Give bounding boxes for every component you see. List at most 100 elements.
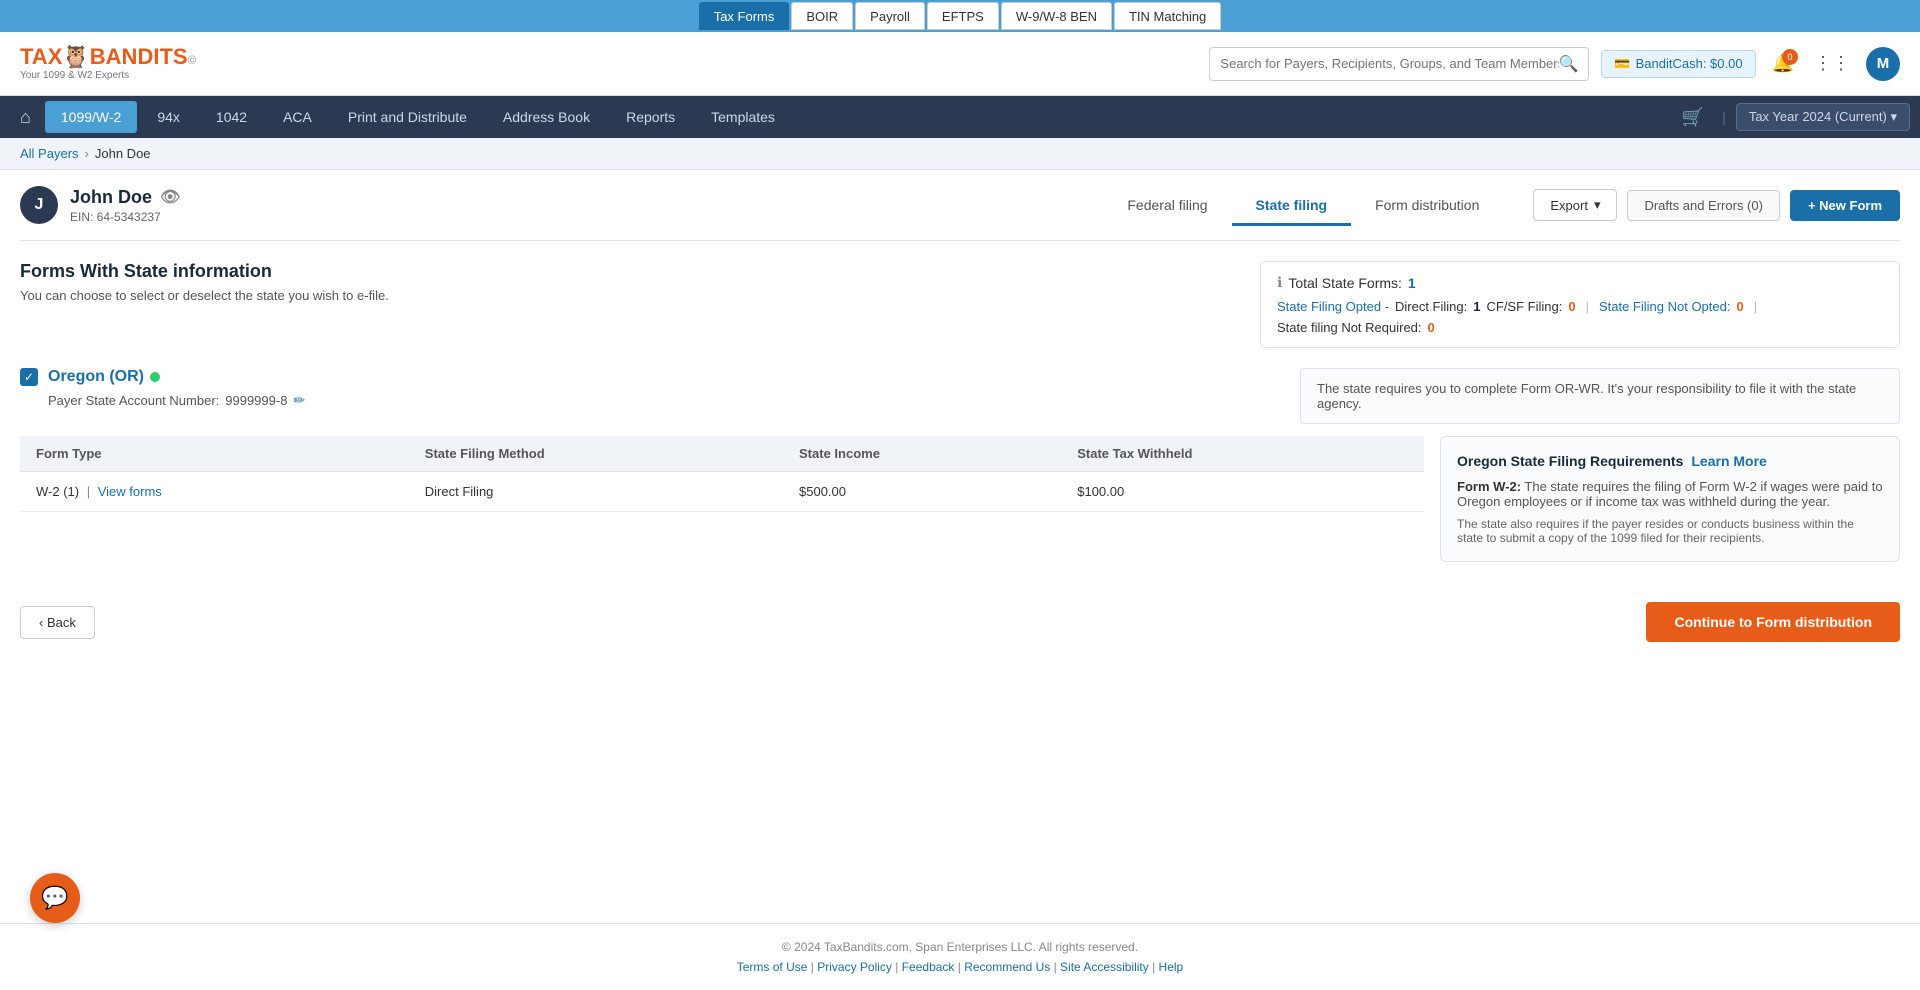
state-summary: ℹ Total State Forms: 1 State Filing Opte…	[1260, 261, 1900, 348]
req-form-label: Form W-2:	[1457, 479, 1521, 494]
logo-sub: Your 1099 & W2 Experts	[20, 70, 196, 81]
footer-terms[interactable]: Terms of Use	[737, 960, 808, 974]
req-description-text: The state requires the filing of Form W-…	[1457, 479, 1883, 509]
learn-more-link[interactable]: Learn More	[1691, 453, 1766, 469]
top-nav-boir[interactable]: BOIR	[791, 2, 853, 30]
oregon-checkbox[interactable]: ✓	[20, 368, 38, 386]
state-filing-not-opted-link[interactable]: State Filing Not Opted:	[1599, 299, 1731, 314]
table-requirements-layout: Form Type State Filing Method State Inco…	[20, 436, 1900, 562]
cell-state-tax: $100.00	[1061, 472, 1424, 512]
avatar[interactable]: M	[1866, 47, 1900, 81]
account-number-row: Payer State Account Number: 9999999-8 ✏	[48, 392, 305, 409]
payer-name: John Doe 👁	[70, 187, 180, 208]
payer-header: J John Doe 👁 EIN: 64-5343237 Federal fil…	[20, 186, 1900, 224]
tab-form-distribution[interactable]: Form distribution	[1351, 187, 1503, 226]
edit-icon[interactable]: ✏	[293, 392, 305, 409]
info-icon: ℹ	[1277, 274, 1282, 291]
main-body: Forms With State information You can cho…	[20, 241, 1900, 682]
header-right: 🔍 💳 BanditCash: $0.00 🔔 0 ⋮⋮ M	[1209, 47, 1900, 81]
form-type-text: W-2 (1)	[36, 484, 79, 499]
tab-state-filing[interactable]: State filing	[1232, 187, 1352, 226]
top-nav-bar: Tax Forms BOIR Payroll EFTPS W-9/W-8 BEN…	[0, 0, 1920, 32]
pipe2: |	[1754, 299, 1757, 314]
nav-94x[interactable]: 94x	[141, 101, 196, 133]
forms-table: Form Type State Filing Method State Inco…	[20, 436, 1424, 512]
col-state-income: State Income	[783, 436, 1061, 472]
logo[interactable]: TAX🦉BANDITS© Your 1099 & W2 Experts	[20, 46, 196, 81]
bandit-cash-icon: 💳	[1614, 56, 1630, 72]
oregon-note: The state requires you to complete Form …	[1300, 368, 1900, 424]
oregon-name: Oregon (OR)	[48, 368, 160, 386]
back-button[interactable]: ‹ Back	[20, 606, 95, 639]
nav-1099-w2[interactable]: 1099/W-2	[45, 101, 137, 133]
footer-feedback[interactable]: Feedback	[902, 960, 955, 974]
search-input[interactable]	[1220, 56, 1558, 71]
continue-button[interactable]: Continue to Form distribution	[1646, 602, 1900, 642]
breadcrumb: All Payers › John Doe	[0, 138, 1920, 170]
nav-divider: |	[1722, 109, 1726, 125]
pipe-sep: |	[87, 484, 94, 499]
export-label: Export	[1550, 198, 1588, 213]
chat-bubble-button[interactable]: 💬	[30, 873, 80, 923]
top-nav-tin-matching[interactable]: TIN Matching	[1114, 2, 1221, 30]
home-button[interactable]: ⌂	[10, 102, 41, 133]
payer-ein: EIN: 64-5343237	[70, 210, 180, 224]
footer-privacy[interactable]: Privacy Policy	[817, 960, 892, 974]
top-nav-eftps[interactable]: EFTPS	[927, 2, 999, 30]
requirements-box: Oregon State Filing Requirements Learn M…	[1440, 436, 1900, 562]
nav-address-book[interactable]: Address Book	[487, 101, 606, 133]
tax-year-selector[interactable]: Tax Year 2024 (Current) ▾	[1736, 103, 1910, 131]
not-required-count: 0	[1428, 320, 1435, 335]
footer-links: Terms of Use | Privacy Policy | Feedback…	[20, 960, 1900, 974]
state-summary-top: ℹ Total State Forms: 1	[1277, 274, 1883, 291]
account-number: 9999999-8	[225, 393, 287, 408]
top-nav-payroll[interactable]: Payroll	[855, 2, 925, 30]
nav-1042[interactable]: 1042	[200, 101, 263, 133]
account-label: Payer State Account Number:	[48, 393, 219, 408]
cart-icon[interactable]: 🛒	[1674, 102, 1712, 133]
notifications-button[interactable]: 🔔 0	[1768, 49, 1798, 78]
footer-help[interactable]: Help	[1159, 960, 1184, 974]
eye-icon[interactable]: 👁	[160, 187, 180, 207]
section-subtitle: You can choose to select or deselect the…	[20, 288, 1236, 303]
footer-recommend[interactable]: Recommend Us	[964, 960, 1050, 974]
export-button[interactable]: Export ▾	[1533, 189, 1617, 221]
payer-actions: Federal filing State filing Form distrib…	[1103, 187, 1900, 224]
top-nav-tax-forms[interactable]: Tax Forms	[699, 2, 790, 30]
drafts-errors-button[interactable]: Drafts and Errors (0)	[1627, 190, 1779, 221]
bottom-bar: ‹ Back Continue to Form distribution	[20, 582, 1900, 662]
oregon-title-row: ✓ Oregon (OR)	[20, 368, 160, 386]
col-state-tax-withheld: State Tax Withheld	[1061, 436, 1424, 472]
export-dropdown-arrow: ▾	[1594, 197, 1601, 213]
requirements-col: Oregon State Filing Requirements Learn M…	[1440, 436, 1900, 562]
breadcrumb-sep: ›	[85, 146, 89, 161]
search-bar[interactable]: 🔍	[1209, 47, 1589, 81]
oregon-status-dot	[150, 372, 160, 382]
direct-filing-count: 1	[1473, 299, 1480, 314]
oregon-left: ✓ Oregon (OR) Payer State Account Number…	[20, 368, 305, 409]
tab-federal-filing[interactable]: Federal filing	[1103, 187, 1231, 226]
nav-aca[interactable]: ACA	[267, 101, 328, 133]
nav-templates[interactable]: Templates	[695, 101, 791, 133]
cell-state-income: $500.00	[783, 472, 1061, 512]
cf-sf-label: CF/SF Filing:	[1486, 299, 1562, 314]
breadcrumb-all-payers[interactable]: All Payers	[20, 146, 79, 161]
payer-name-text: John Doe	[70, 187, 152, 208]
chat-icon: 💬	[41, 885, 68, 911]
content-area: J John Doe 👁 EIN: 64-5343237 Federal fil…	[0, 170, 1920, 923]
not-required-label: State filing Not Required:	[1277, 320, 1422, 335]
new-form-button[interactable]: + New Form	[1790, 190, 1900, 221]
section-title: Forms With State information	[20, 261, 1236, 282]
state-filing-opted-link[interactable]: State Filing Opted -	[1277, 299, 1389, 314]
notification-badge: 0	[1782, 49, 1798, 65]
nav-print-distribute[interactable]: Print and Distribute	[332, 101, 483, 133]
footer-copyright: © 2024 TaxBandits.com, Span Enterprises …	[20, 940, 1900, 954]
bandit-cash-button[interactable]: 💳 BanditCash: $0.00	[1601, 50, 1755, 78]
view-forms-link[interactable]: View forms	[98, 484, 162, 499]
top-nav-w9w8ben[interactable]: W-9/W-8 BEN	[1001, 2, 1112, 30]
requirements-description: Form W-2: The state requires the filing …	[1457, 479, 1883, 509]
footer-accessibility[interactable]: Site Accessibility	[1060, 960, 1149, 974]
apps-grid-button[interactable]: ⋮⋮	[1810, 49, 1854, 78]
nav-reports[interactable]: Reports	[610, 101, 691, 133]
total-state-forms-count[interactable]: 1	[1408, 275, 1416, 291]
